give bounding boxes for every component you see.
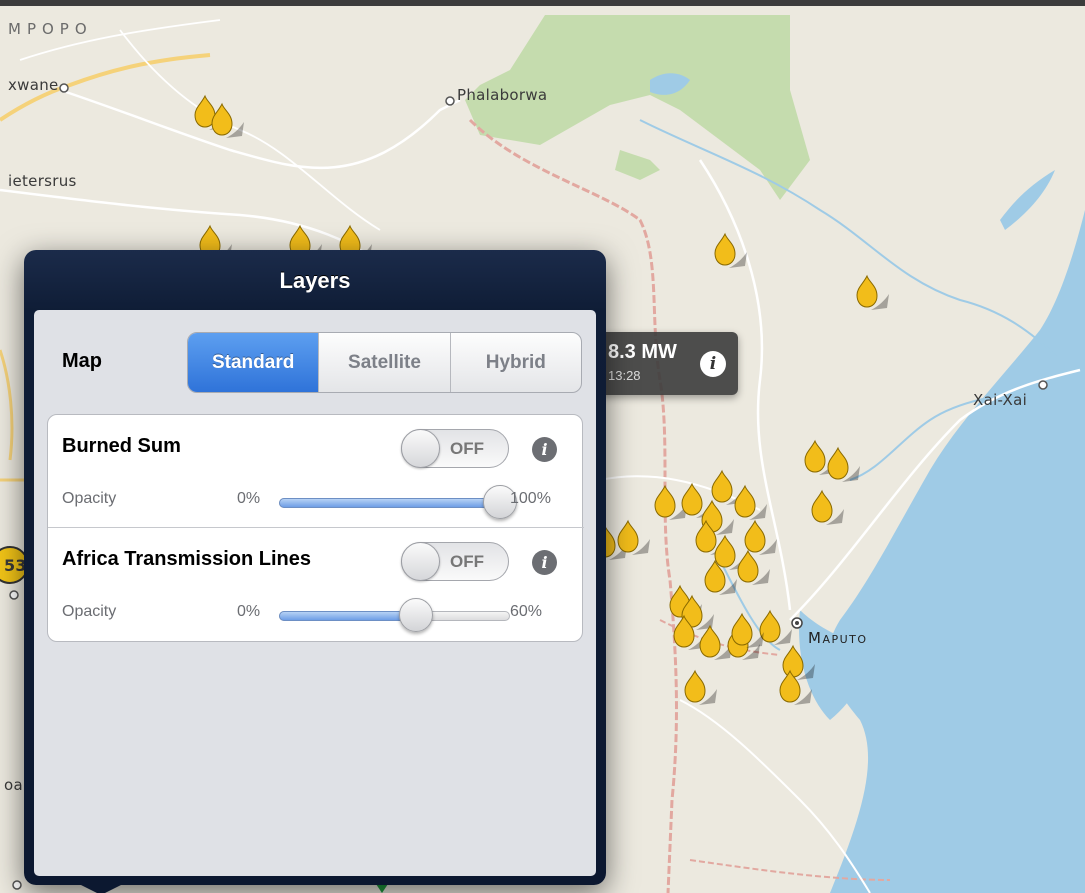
toggle-knob [401,429,440,468]
map-type-segmented-control: Standard Satellite Hybrid [187,332,582,393]
transmission-lines-opacity-slider[interactable] [279,598,510,632]
transmission-lines-toggle[interactable]: OFF [401,542,509,581]
toggle-label: OFF [450,552,484,571]
map-label-region: MPOPO [8,20,93,38]
map-label-xai-xai: Xai-Xai [973,391,1028,409]
popover-body: Map Standard Satellite Hybrid Burned Sum… [34,310,596,876]
opacity-max: 60% [510,603,543,620]
layer-row-transmission-lines: Africa Transmission Lines OFF i Opacity … [48,528,584,641]
opacity-max: 100% [510,490,551,507]
toggle-knob [401,542,440,581]
info-icon[interactable]: i [532,437,557,462]
map-label-town: ietersrus [8,172,77,190]
map-label-phalaborwa: Phalaborwa [457,86,548,104]
map-label-town: xwane [8,76,59,94]
fire-callout[interactable]: 8.3 MW 13:28 i [598,332,738,395]
callout-time: 13:28 [608,368,641,383]
toggle-label: OFF [450,439,484,458]
layer-name: Burned Sum [62,435,181,457]
layers-popover: Layers Map Standard Satellite Hybrid Bur… [24,250,606,885]
slider-fill [279,611,417,621]
segment-satellite[interactable]: Satellite [319,333,451,392]
info-icon[interactable]: i [532,550,557,575]
slider-thumb[interactable] [399,598,433,632]
slider-fill [279,498,501,508]
layer-row-burned-sum: Burned Sum OFF i Opacity 0% 100% [48,415,584,528]
burned-sum-toggle[interactable]: OFF [401,429,509,468]
callout-value: 8.3 MW [608,341,677,363]
popover-arrow [79,884,123,893]
opacity-label: Opacity [62,490,117,507]
segment-hybrid[interactable]: Hybrid [451,333,581,392]
layer-list: Burned Sum OFF i Opacity 0% 100% Africa … [47,414,584,642]
map-label-maputo: Maputo [808,629,868,647]
info-icon[interactable]: i [700,351,726,377]
opacity-min: 0% [237,603,261,620]
burned-sum-opacity-slider[interactable] [279,485,517,519]
popover-title: Layers [279,268,351,293]
layer-name: Africa Transmission Lines [62,548,311,570]
opacity-min: 0% [237,490,261,507]
map-type-label: Map [62,350,102,372]
map-label-edge: oa [4,776,23,794]
opacity-label: Opacity [62,603,117,620]
segment-standard[interactable]: Standard [188,333,320,392]
